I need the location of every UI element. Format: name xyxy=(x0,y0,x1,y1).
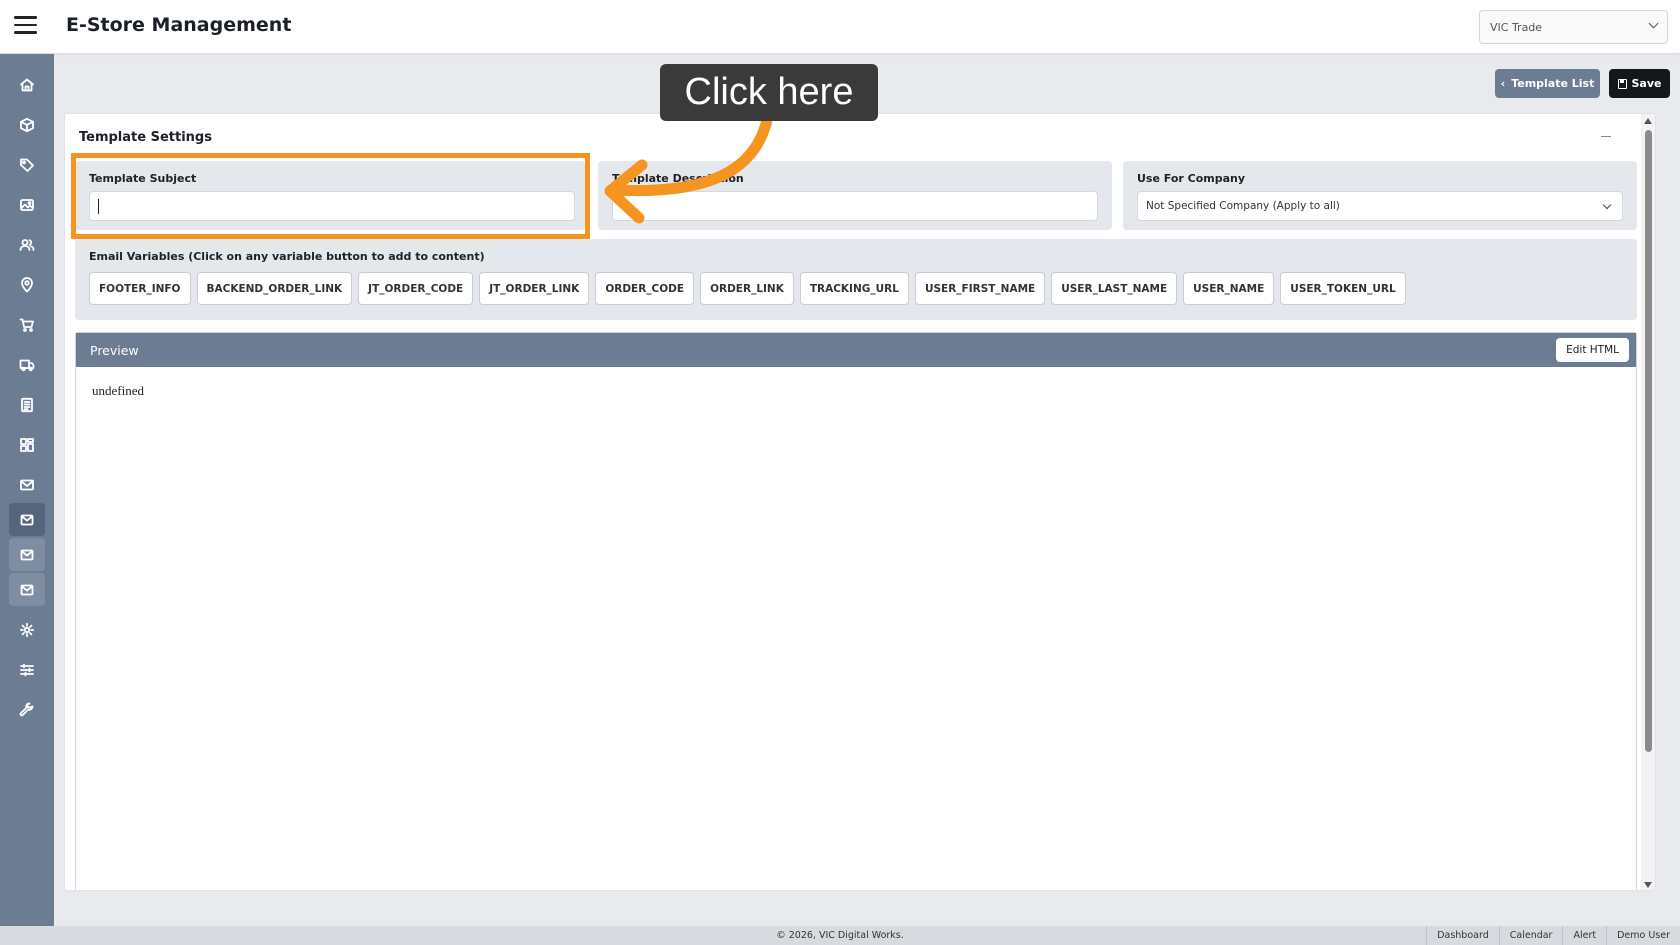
preview-panel: Preview Edit HTML undefined xyxy=(75,332,1637,890)
footer: © 2026, VIC Digital Works. Dashboard Cal… xyxy=(0,926,1680,945)
sidebar-item-email-sub-1[interactable] xyxy=(9,538,45,571)
sidebar-item-tags[interactable] xyxy=(9,148,45,181)
app-title: E-Store Management xyxy=(66,14,292,36)
footer-link-alert[interactable]: Alert xyxy=(1562,926,1606,945)
use-for-company-select[interactable]: Not Specified Company (Apply to all) xyxy=(1137,191,1623,221)
sidebar-item-media[interactable] xyxy=(9,188,45,221)
template-list-button[interactable]: ‹ Template List xyxy=(1495,69,1600,98)
variable-button-order-link[interactable]: ORDER_LINK xyxy=(700,272,794,305)
template-list-label: Template List xyxy=(1511,77,1595,90)
sidebar-item-email[interactable] xyxy=(9,468,45,501)
variable-button-backend-order-link[interactable]: BACKEND_ORDER_LINK xyxy=(196,272,353,305)
truck-icon xyxy=(19,359,35,371)
variable-button-jt-order-link[interactable]: JT_ORDER_LINK xyxy=(479,272,590,305)
footer-link-calendar[interactable]: Calendar xyxy=(1498,926,1563,945)
box-icon xyxy=(20,117,34,132)
save-label: Save xyxy=(1631,77,1662,90)
mail-icon xyxy=(20,479,34,490)
users-icon xyxy=(19,238,35,251)
email-variables-panel: Email Variables (Click on any variable b… xyxy=(75,239,1637,320)
wrench-icon xyxy=(19,702,34,716)
collapse-icon[interactable] xyxy=(1601,136,1611,137)
sidebar-item-orders[interactable] xyxy=(9,308,45,341)
variable-button-tracking-url[interactable]: TRACKING_URL xyxy=(799,272,909,305)
email-variables-label: Email Variables (Click on any variable b… xyxy=(89,250,485,263)
mail-icon xyxy=(20,584,34,595)
sidebar-item-tools[interactable] xyxy=(9,693,45,726)
document-icon xyxy=(21,397,33,412)
location-icon xyxy=(21,276,33,292)
preview-title: Preview xyxy=(90,342,139,358)
mail-icon xyxy=(20,514,34,525)
variable-button-order-code[interactable]: ORDER_CODE xyxy=(595,272,695,305)
vertical-scrollbar[interactable] xyxy=(1641,114,1655,890)
home-icon xyxy=(20,78,34,91)
variable-button-user-token-url[interactable]: USER_TOKEN_URL xyxy=(1280,272,1406,305)
sidebar-item-products[interactable] xyxy=(9,108,45,141)
highlight-box xyxy=(71,153,590,239)
footer-links: Dashboard Calendar Alert Demo User xyxy=(1426,926,1680,945)
sliders-icon xyxy=(20,663,34,676)
variable-button-jt-order-code[interactable]: JT_ORDER_CODE xyxy=(358,272,474,305)
use-for-company-label: Use For Company xyxy=(1137,172,1246,185)
variable-button-footer-info[interactable]: FOOTER_INFO xyxy=(89,272,191,305)
sidebar-item-configuration[interactable] xyxy=(9,653,45,686)
sidebar-item-email-templates[interactable] xyxy=(9,503,45,536)
sidebar-item-settings[interactable] xyxy=(9,613,45,646)
preview-content[interactable]: undefined xyxy=(76,367,1636,415)
chevron-down-icon xyxy=(1648,18,1659,29)
sidebar-item-home[interactable] xyxy=(9,68,45,101)
scroll-up-icon[interactable] xyxy=(1644,118,1652,124)
edit-html-button[interactable]: Edit HTML xyxy=(1556,338,1629,362)
scroll-down-icon[interactable] xyxy=(1644,882,1652,888)
company-select-value: VIC Trade xyxy=(1490,21,1543,34)
use-for-company-value: Not Specified Company (Apply to all) xyxy=(1146,200,1340,212)
gear-icon xyxy=(19,622,35,637)
company-select[interactable]: VIC Trade xyxy=(1479,10,1668,44)
sidebar-item-dashboard-widgets[interactable] xyxy=(9,428,45,461)
sidebar-item-reports[interactable] xyxy=(9,388,45,421)
footer-link-dashboard[interactable]: Dashboard xyxy=(1426,926,1499,945)
sidebar-item-locations[interactable] xyxy=(9,268,45,301)
chevron-down-icon xyxy=(1602,200,1612,210)
hamburger-menu-icon[interactable] xyxy=(14,16,37,36)
variable-button-user-last-name[interactable]: USER_LAST_NAME xyxy=(1051,272,1178,305)
sidebar xyxy=(0,54,54,926)
annotation-arrow-icon xyxy=(604,115,773,224)
sidebar-item-customers[interactable] xyxy=(9,228,45,261)
scroll-thumb[interactable] xyxy=(1645,130,1652,752)
click-here-tooltip: Click here xyxy=(660,64,878,121)
card-title: Template Settings xyxy=(79,130,212,145)
save-button[interactable]: Save xyxy=(1609,69,1670,98)
email-variables-list: FOOTER_INFO BACKEND_ORDER_LINK JT_ORDER_… xyxy=(89,272,1406,305)
mail-icon xyxy=(20,549,34,560)
preview-header: Preview Edit HTML xyxy=(76,333,1636,367)
grid-icon xyxy=(20,437,34,452)
tag-icon xyxy=(20,158,34,172)
sidebar-item-shipping[interactable] xyxy=(9,348,45,381)
images-icon xyxy=(20,198,34,211)
chevron-left-icon: ‹ xyxy=(1500,77,1506,90)
footer-link-user[interactable]: Demo User xyxy=(1606,926,1680,945)
variable-button-user-first-name[interactable]: USER_FIRST_NAME xyxy=(914,272,1046,305)
top-header: E-Store Management VIC Trade xyxy=(0,0,1680,54)
cart-icon xyxy=(19,318,34,332)
use-for-company-group: Use For Company Not Specified Company (A… xyxy=(1123,161,1637,230)
variable-button-user-name[interactable]: USER_NAME xyxy=(1183,272,1275,305)
sidebar-item-email-sub-2[interactable] xyxy=(9,573,45,606)
floppy-disk-icon xyxy=(1617,78,1627,89)
